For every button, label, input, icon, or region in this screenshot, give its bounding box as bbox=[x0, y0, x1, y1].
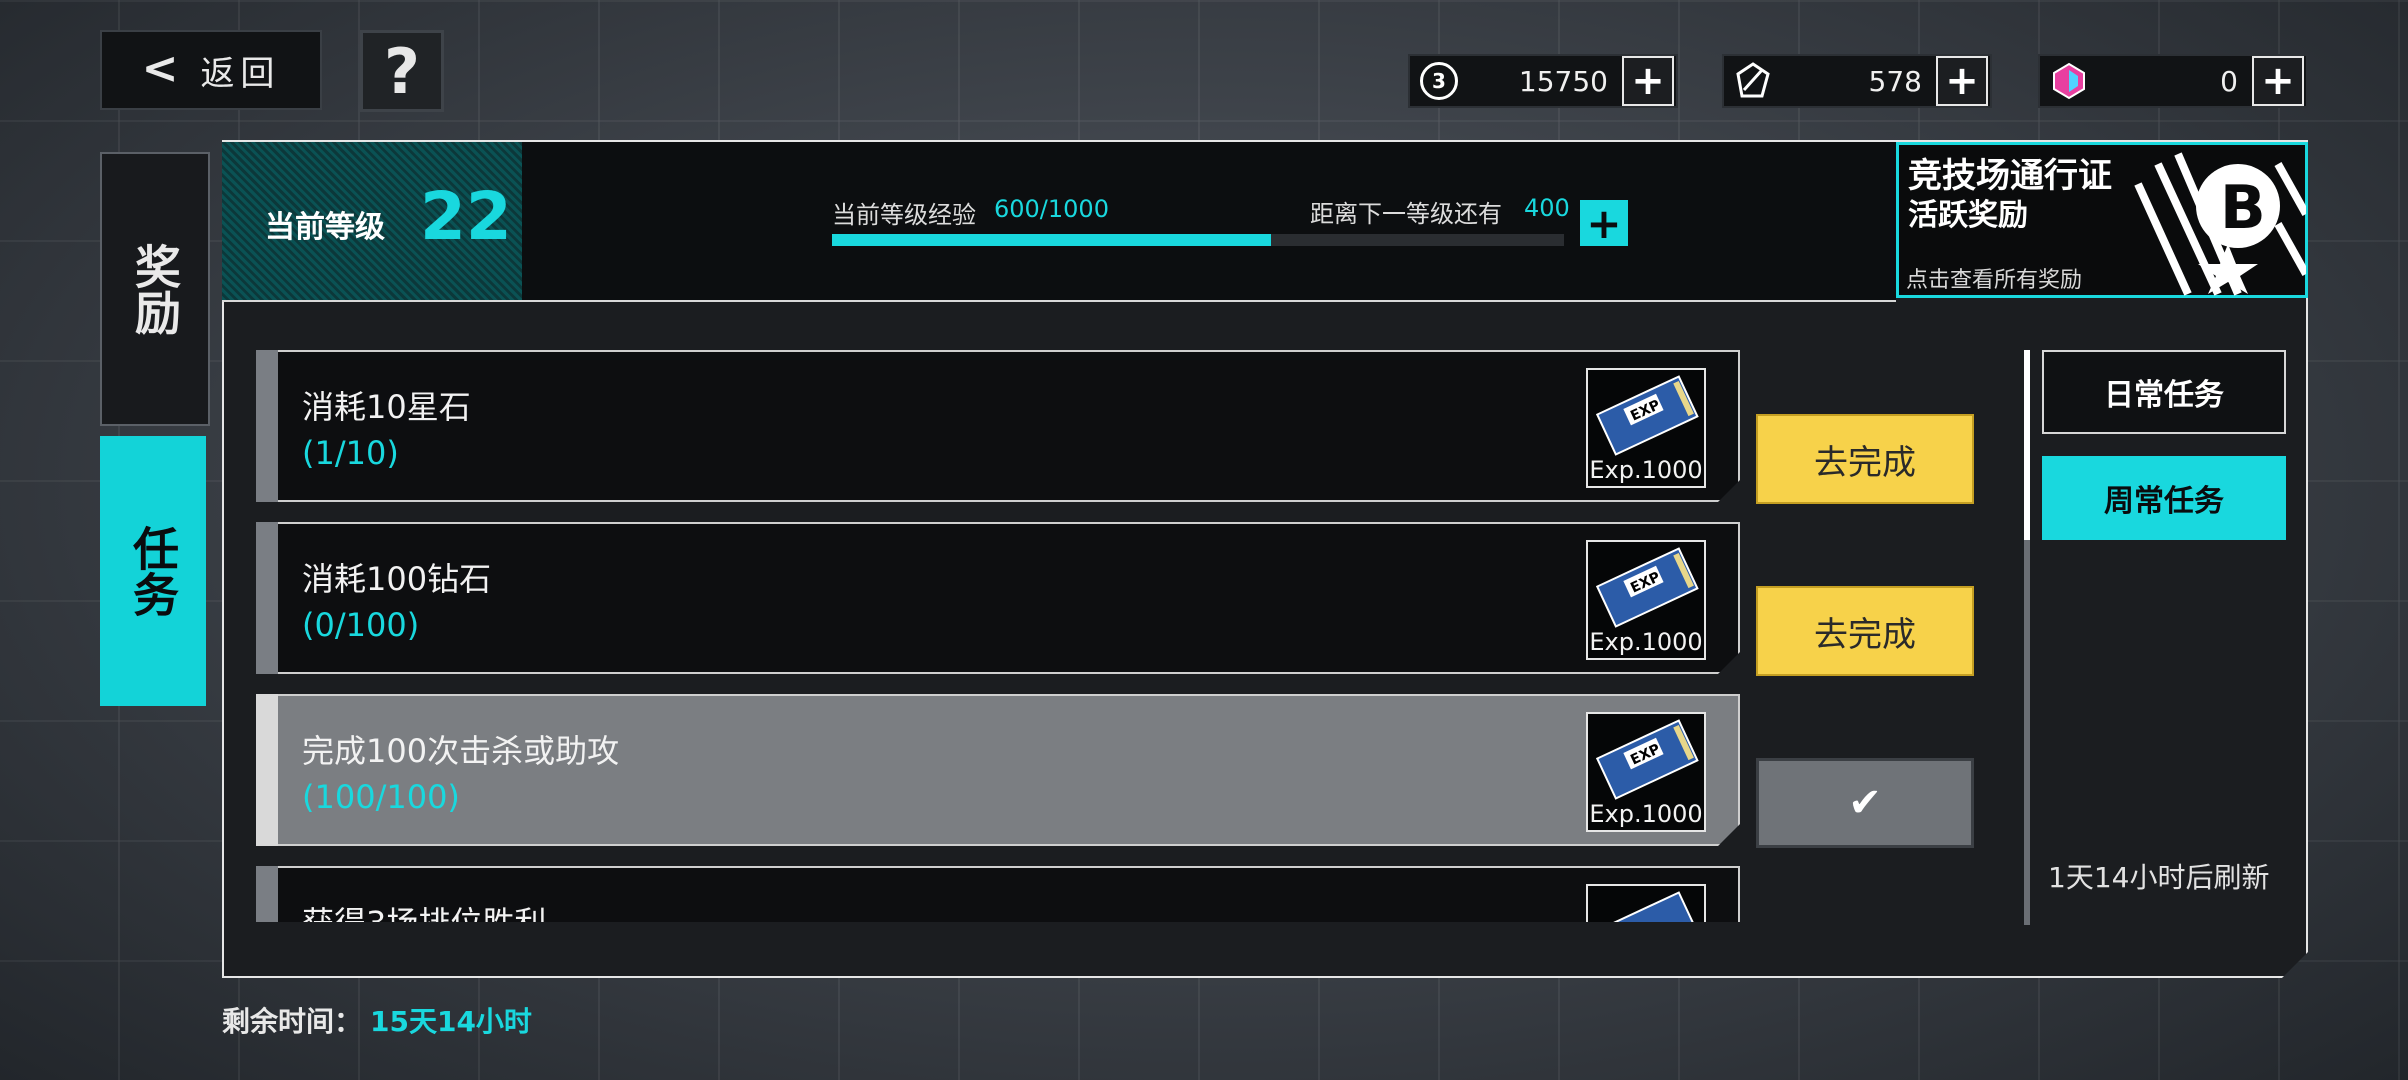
tab-daily-tasks[interactable]: 日常任务 bbox=[2042, 350, 2286, 434]
exp-ticket-icon bbox=[1595, 891, 1699, 922]
remaining-time-label: 剩余时间： bbox=[222, 1005, 363, 1038]
gem-value: 578 bbox=[1868, 64, 1922, 98]
feather-gem-icon bbox=[1732, 60, 1774, 102]
exp-ticket-reward[interactable]: EXP Exp.1000 bbox=[1586, 540, 1706, 660]
crystal-icon bbox=[2048, 60, 2090, 102]
coin-icon: 3 bbox=[1418, 60, 1460, 102]
task-row: 完成100次击杀或助攻 (100/100) EXP Exp.1000 ✔ bbox=[256, 694, 1974, 848]
tab-reward[interactable]: 奖励 bbox=[100, 152, 210, 426]
add-gem-button[interactable]: + bbox=[1936, 56, 1988, 106]
svg-text:B: B bbox=[2220, 173, 2266, 243]
level-number: 22 bbox=[420, 178, 512, 255]
exp-ticket-icon: EXP bbox=[1595, 547, 1699, 628]
task-progress: (1/10) bbox=[302, 434, 399, 472]
rank-b-badge-icon: B bbox=[2128, 144, 2310, 296]
tab-weekly-tasks[interactable]: 周常任务 bbox=[2042, 456, 2286, 540]
back-button[interactable]: < 返回 bbox=[100, 30, 322, 110]
add-coin-button[interactable]: + bbox=[1622, 56, 1674, 106]
exp-ticket-icon: EXP bbox=[1595, 719, 1699, 800]
task-progress: (100/100) bbox=[302, 778, 460, 816]
go-complete-button[interactable]: 去完成 bbox=[1756, 586, 1974, 676]
reward-label: Exp.1000 bbox=[1589, 628, 1703, 656]
coin-value: 15750 bbox=[1518, 64, 1608, 98]
task-progress: (0/100) bbox=[302, 606, 420, 644]
help-button[interactable]: ? bbox=[360, 30, 444, 112]
task-list[interactable]: 消耗10星石 (1/10) EXP Exp.1000 去完成 消耗100钻石 (… bbox=[256, 350, 1988, 922]
exp-progress-fill bbox=[832, 234, 1271, 246]
add-crystal-button[interactable]: + bbox=[2252, 56, 2304, 106]
currency-gem: 578 + bbox=[1722, 54, 1992, 108]
task-row: 消耗10星石 (1/10) EXP Exp.1000 去完成 bbox=[256, 350, 1974, 504]
buy-exp-button[interactable]: + bbox=[1580, 199, 1628, 248]
currency-crystal: 0 + bbox=[2038, 54, 2308, 108]
completed-checkmark-icon: ✔ bbox=[1756, 758, 1974, 848]
task-stripe bbox=[256, 694, 278, 846]
exp-ticket-icon: EXP bbox=[1595, 375, 1699, 456]
reward-label: Exp.1000 bbox=[1589, 456, 1703, 484]
task-stripe bbox=[256, 522, 278, 674]
exp-ticket-reward[interactable]: EXP Exp.1000 bbox=[1586, 712, 1706, 832]
refresh-timer: 1天14小时后刷新 bbox=[2048, 861, 2270, 894]
exp-ticket-reward[interactable]: EXP Exp.1000 bbox=[1586, 368, 1706, 488]
exp-ticket-reward[interactable] bbox=[1586, 884, 1706, 922]
back-label: 返回 bbox=[200, 53, 281, 94]
chevron-left-icon: < bbox=[141, 42, 185, 94]
reward-label: Exp.1000 bbox=[1589, 800, 1703, 828]
task-card bbox=[256, 350, 1740, 502]
pass-subtitle: 活跃奖励 bbox=[1908, 198, 2028, 233]
task-title: 消耗10星石 bbox=[302, 388, 471, 426]
tab-reward-label: 奖励 bbox=[128, 243, 182, 335]
task-title: 获得3场排位胜利 bbox=[302, 898, 546, 922]
crystal-value: 0 bbox=[2220, 64, 2238, 98]
task-title: 消耗100钻石 bbox=[302, 560, 492, 598]
exp-value: 600/1000 bbox=[994, 195, 1109, 223]
next-level-value: 400 bbox=[1524, 194, 1570, 222]
exp-label: 当前等级经验 bbox=[832, 201, 976, 229]
task-row: 消耗100钻石 (0/100) EXP Exp.1000 去完成 bbox=[256, 522, 1974, 676]
tab-task-label: 任务 bbox=[126, 525, 180, 617]
pass-hint: 点击查看所有奖励 bbox=[1906, 268, 2083, 293]
tab-task[interactable]: 任务 bbox=[100, 436, 206, 706]
question-icon: ? bbox=[384, 34, 420, 108]
task-row: 获得3场排位胜利 bbox=[256, 866, 1740, 922]
next-level-label: 距离下一等级还有 bbox=[1310, 200, 1502, 228]
remaining-time-value: 15天14小时 bbox=[370, 1005, 532, 1038]
scrollbar-thumb[interactable] bbox=[2024, 350, 2030, 540]
currency-coin: 3 15750 + bbox=[1408, 54, 1678, 108]
task-title: 完成100次击杀或助攻 bbox=[302, 732, 620, 770]
task-stripe bbox=[256, 350, 278, 502]
task-stripe bbox=[256, 866, 278, 922]
level-label: 当前等级 bbox=[265, 210, 385, 245]
go-complete-button[interactable]: 去完成 bbox=[1756, 414, 1974, 504]
